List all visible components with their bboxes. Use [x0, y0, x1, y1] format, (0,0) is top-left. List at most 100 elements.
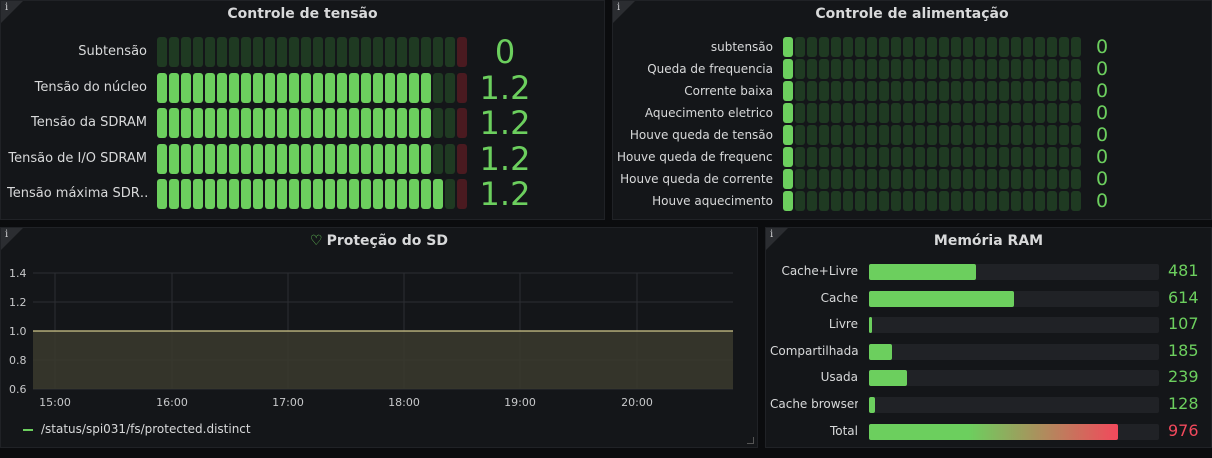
sd-chart[interactable]: 1.4 1.2 1.0 0.8 0.6 15:00 16:00 17:00 18:00 19:00…: [1, 228, 758, 448]
gauge-cell: [205, 143, 215, 174]
gauge-cell: [265, 72, 275, 103]
gauge-cell: [915, 37, 925, 57]
gauge-cell: [421, 143, 431, 174]
gauge-cells[interactable]: [783, 169, 1083, 189]
gauge-cell: [987, 81, 997, 101]
gauge-cell: [265, 179, 275, 209]
gauge-cell: [217, 72, 227, 103]
gauge-cells[interactable]: [783, 59, 1083, 79]
gauge-cell: [999, 147, 1009, 167]
gauge-cell: [169, 143, 179, 174]
gauge-cell: [819, 147, 829, 167]
gauge-cell: [301, 108, 311, 138]
gauge-cell: [795, 147, 805, 167]
gauge-cell: [1023, 147, 1033, 167]
gauge-cells[interactable]: [783, 147, 1083, 167]
gauge-cell: [1071, 191, 1081, 211]
gauge-cells[interactable]: [157, 108, 469, 138]
gauge-cell: [325, 108, 335, 138]
bar-track[interactable]: [869, 343, 1159, 360]
resize-handle[interactable]: [747, 437, 754, 444]
panel-title[interactable]: Controle de alimentação: [613, 6, 1211, 22]
gauge-cell: [1047, 37, 1057, 57]
gauge-cell: [939, 59, 949, 79]
gauge-cell: [361, 37, 371, 67]
gauge-cell: [831, 81, 841, 101]
gauge-cells[interactable]: [157, 179, 469, 209]
gauge-cell: [951, 169, 961, 189]
gauge-cell: [831, 59, 841, 79]
gauge-cell: [1047, 147, 1057, 167]
gauge-cell: [433, 143, 443, 174]
gauge-cell: [349, 108, 359, 138]
gauge-cell: [867, 59, 877, 79]
gauge-cell: [301, 179, 311, 209]
bar-track[interactable]: [869, 317, 1159, 334]
gauge-cell: [999, 169, 1009, 189]
gauge-cell: [1035, 37, 1045, 57]
bar-fill: [869, 370, 907, 387]
panel-title[interactable]: Controle de tensão: [1, 6, 604, 22]
bar-track[interactable]: [869, 423, 1159, 440]
gauge-cell: [1023, 191, 1033, 211]
bar-track[interactable]: [869, 264, 1159, 280]
gauge-cells[interactable]: [157, 143, 469, 174]
gauge-cell: [903, 81, 913, 101]
gauge-cell: [903, 59, 913, 79]
gauge-cell: [963, 125, 973, 145]
gauge-cell: [445, 143, 455, 174]
panel-title[interactable]: Memória RAM: [766, 233, 1211, 249]
gauge-cells[interactable]: [783, 125, 1083, 145]
gauge-cells[interactable]: [783, 81, 1083, 101]
bar-track[interactable]: [869, 370, 1159, 387]
gauge-cell: [217, 179, 227, 209]
gauge-label: Houve queda de frequencia: [617, 150, 773, 164]
gauge-cell: [313, 108, 323, 138]
gauge-cell: [879, 103, 889, 123]
gauge-label: Tensão da SDRAM: [30, 115, 147, 130]
gauge-cell: [253, 72, 263, 103]
gauge-cell: [1047, 125, 1057, 145]
gauge-cells[interactable]: [783, 103, 1083, 123]
panel-controle-tensao: i Controle de tensão Subtensão 0 Tensão do…: [0, 0, 605, 220]
gauge-cell: [855, 81, 865, 101]
x-tick-label: 16:00: [156, 396, 188, 409]
y-tick-label: 1.0: [9, 325, 27, 338]
gauge-cell: [385, 179, 395, 209]
gauge-cell: [843, 59, 853, 79]
y-tick-label: 1.4: [9, 267, 27, 280]
gauge-cell: [1011, 81, 1021, 101]
gauge-label: Corrente baixa: [684, 84, 773, 98]
gauge-cell: [975, 169, 985, 189]
gauge-cells[interactable]: [157, 72, 469, 103]
gauge-cell: [157, 179, 167, 209]
gauge-cell: [1071, 59, 1081, 79]
gauge-cell: [1071, 125, 1081, 145]
chart-legend[interactable]: /status/spi031/fs/protected.distinct: [23, 422, 251, 436]
gauge-cells[interactable]: [783, 37, 1083, 57]
gauge-cell: [373, 179, 383, 209]
gauge-cell: [277, 108, 287, 138]
gauge-cell: [951, 147, 961, 167]
bar-track[interactable]: [869, 290, 1159, 307]
gauge-value: 0: [1095, 146, 1109, 168]
gauge-cell: [819, 59, 829, 79]
gauge-cell: [831, 103, 841, 123]
gauge-cell: [987, 103, 997, 123]
gauge-cell: [795, 37, 805, 57]
gauge-cell: [987, 169, 997, 189]
gauge-cell: [193, 108, 203, 138]
gauge-cells[interactable]: [157, 37, 469, 67]
gauge-cell-threshold: [457, 143, 467, 174]
gauge-cells[interactable]: [783, 191, 1083, 211]
gauge-cell: [229, 72, 239, 103]
bar-track[interactable]: [869, 397, 1159, 413]
gauge-cell: [325, 179, 335, 209]
gauge-value: 0: [1095, 190, 1109, 212]
legend-series-name: /status/spi031/fs/protected.distinct: [41, 422, 251, 436]
gauge-cell: [361, 108, 371, 138]
gauge-cell: [1011, 59, 1021, 79]
gauge-cell: [1071, 147, 1081, 167]
gauge-cell: [349, 37, 359, 67]
gauge-cell: [229, 37, 239, 67]
